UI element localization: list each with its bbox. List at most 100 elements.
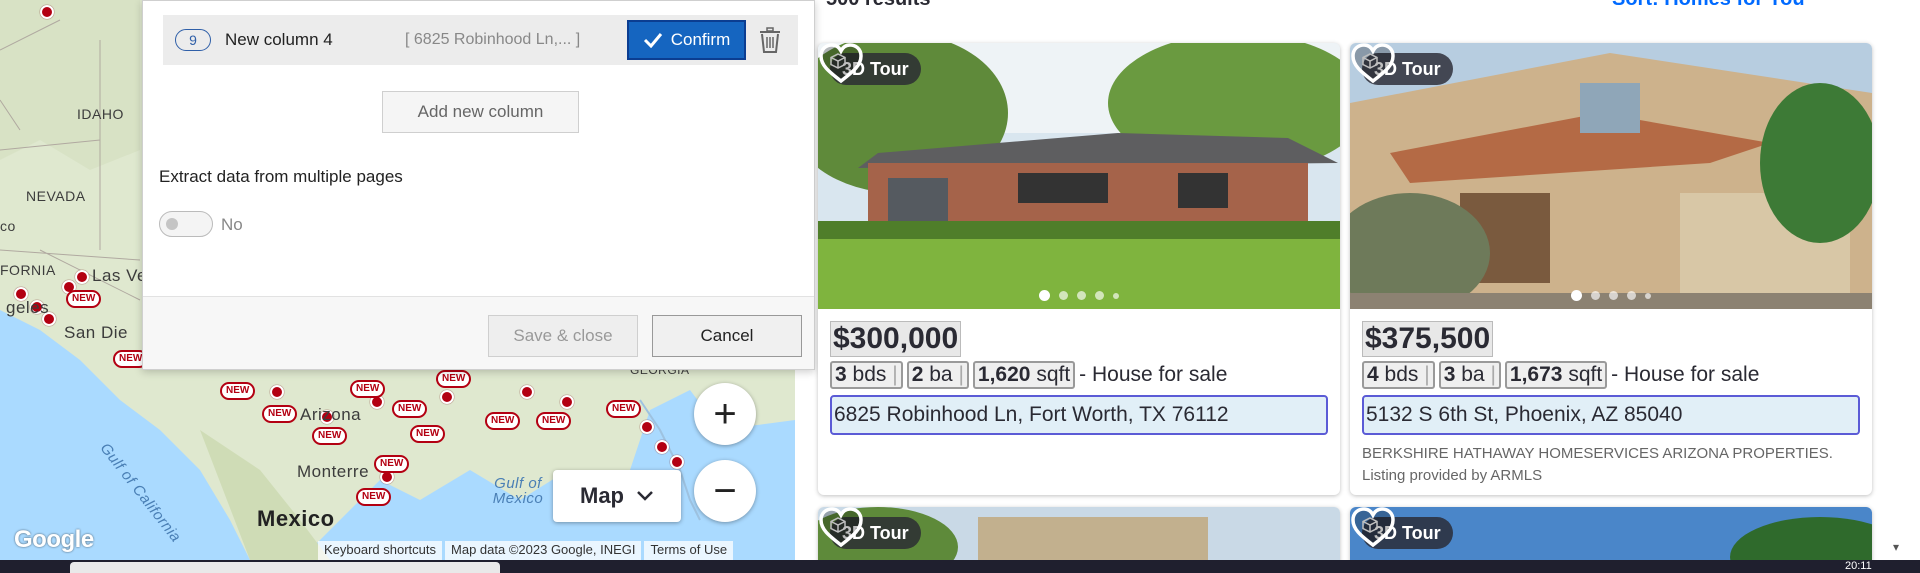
zoom-out-button[interactable]: − xyxy=(694,460,756,522)
new-listing-pin[interactable]: NEW xyxy=(374,455,410,473)
new-listing-pin[interactable]: NEW xyxy=(606,400,642,418)
listing-card[interactable]: 3D Tour $300,000 3 bds | 2 ba | 1,620 sq… xyxy=(818,43,1340,495)
listing-price: $375,500 xyxy=(1362,321,1494,357)
map-label-mexico: Mexico xyxy=(257,506,335,531)
column-name[interactable]: New column 4 xyxy=(225,30,405,50)
beds-value: 4 xyxy=(1367,363,1379,386)
add-new-column-button[interactable]: Add new column xyxy=(382,91,579,133)
listing-photo[interactable]: 3D Tour xyxy=(818,43,1340,309)
checkmark-icon xyxy=(643,33,662,48)
sqft-fact: 1,673 sqft xyxy=(1504,361,1608,389)
new-listing-pin[interactable]: NEW xyxy=(66,290,102,308)
beds-fact: 3 bds | xyxy=(830,361,903,389)
carousel-dot[interactable] xyxy=(1095,291,1104,300)
listing-photo[interactable]: 3D Tour xyxy=(818,507,1340,567)
listing-facts: 3 bds | 2 ba | 1,620 sqft - House for sa… xyxy=(830,361,1340,389)
listing-photo[interactable]: 3D Tour xyxy=(1350,507,1872,567)
listing-address[interactable]: 6825 Robinhood Ln, Fort Worth, TX 76112 xyxy=(830,395,1328,435)
column-number-badge: 9 xyxy=(175,29,211,51)
new-listing-pin[interactable]: NEW xyxy=(392,400,428,418)
map-label-co: co xyxy=(0,218,16,234)
taskbar-search[interactable] xyxy=(70,562,500,573)
listing-card[interactable]: 3D Tour xyxy=(1350,507,1872,567)
listing-price: $300,000 xyxy=(830,321,962,357)
listing-photo[interactable]: 3D Tour xyxy=(1350,43,1872,309)
baths-value: 2 xyxy=(911,363,924,386)
heart-icon[interactable] xyxy=(1350,507,1396,549)
carousel-dot[interactable] xyxy=(1113,292,1119,299)
listing-pin[interactable] xyxy=(560,395,574,409)
sqft-value: 1,620 xyxy=(977,363,1031,386)
new-listing-pin[interactable]: NEW xyxy=(312,427,348,445)
heart-icon[interactable] xyxy=(1350,43,1396,85)
beds-unit: bds xyxy=(852,363,887,386)
photo-carousel-dots[interactable] xyxy=(818,290,1340,301)
terms-of-use-link[interactable]: Terms of Use xyxy=(644,541,734,560)
listing-card[interactable]: 3D Tour xyxy=(818,507,1340,567)
heart-icon[interactable] xyxy=(818,43,864,85)
new-listing-pin[interactable]: NEW xyxy=(410,425,446,443)
new-listing-pin[interactable]: NEW xyxy=(350,380,386,398)
carousel-dot[interactable] xyxy=(1627,291,1636,300)
chevron-down-icon xyxy=(637,491,653,501)
carousel-dot[interactable] xyxy=(1609,291,1618,300)
zoom-in-button[interactable]: + xyxy=(694,383,756,445)
carousel-dot[interactable] xyxy=(1645,292,1651,299)
new-listing-pin[interactable]: NEW xyxy=(356,488,392,506)
carousel-dot[interactable] xyxy=(1077,291,1086,300)
new-listing-pin[interactable]: NEW xyxy=(436,370,472,388)
listing-pin[interactable] xyxy=(75,270,89,284)
map-label-california: FORNIA xyxy=(0,262,56,278)
confirm-button[interactable]: Confirm xyxy=(627,20,746,60)
baths-unit: ba xyxy=(1461,363,1485,386)
listing-facts: 4 bds | 3 ba | 1,673 sqft - House for sa… xyxy=(1362,361,1872,389)
beds-unit: bds xyxy=(1384,363,1419,386)
baths-fact: 2 ba | xyxy=(906,361,969,389)
new-listing-pin[interactable]: NEW xyxy=(536,412,572,430)
listing-pin[interactable] xyxy=(440,390,454,404)
beds-fact: 4 bds | xyxy=(1362,361,1435,389)
listing-type: - House for sale xyxy=(1079,363,1228,386)
scroll-down-arrow[interactable]: ▾ xyxy=(1893,540,1899,554)
map-label-arizona: Arizona xyxy=(300,405,362,424)
extract-data-panel: 9 New column 4 [ 6825 Robinhood Ln,... ]… xyxy=(142,0,815,370)
carousel-dot[interactable] xyxy=(1059,291,1068,300)
sqft-unit: sqft xyxy=(1568,363,1603,386)
confirm-label: Confirm xyxy=(670,30,731,49)
listing-card[interactable]: 3D Tour $375,500 4 bds | 3 ba | 1,673 sq… xyxy=(1350,43,1872,495)
new-listing-pin[interactable]: NEW xyxy=(262,405,298,423)
new-listing-pin[interactable]: NEW xyxy=(220,382,256,400)
listing-type: - House for sale xyxy=(1611,363,1760,386)
save-close-button[interactable]: Save & close xyxy=(488,315,638,357)
carousel-dot[interactable] xyxy=(1571,290,1582,301)
multi-pages-toggle[interactable] xyxy=(159,211,213,237)
keyboard-shortcuts-link[interactable]: Keyboard shortcuts xyxy=(318,541,443,560)
sqft-fact: 1,620 sqft xyxy=(972,361,1076,389)
map-label-monterrey: Monterre xyxy=(297,462,370,481)
new-listing-pin[interactable]: NEW xyxy=(485,412,521,430)
photo-carousel-dots[interactable] xyxy=(1350,290,1872,301)
listing-pin[interactable] xyxy=(40,5,54,19)
sqft-unit: sqft xyxy=(1036,363,1071,386)
listing-address[interactable]: 5132 S 6th St, Phoenix, AZ 85040 xyxy=(1362,395,1860,435)
results-count: 500 results xyxy=(826,0,931,11)
taskbar-clock: 20:11 xyxy=(1845,560,1872,572)
trash-icon[interactable] xyxy=(759,27,781,53)
listing-pin[interactable] xyxy=(520,385,534,399)
map-label-idaho: IDAHO xyxy=(77,106,124,122)
carousel-dot[interactable] xyxy=(1039,290,1050,301)
cancel-button[interactable]: Cancel xyxy=(652,315,802,357)
sqft-value: 1,673 xyxy=(1509,363,1563,386)
listing-pin[interactable] xyxy=(640,420,654,434)
listing-pin[interactable] xyxy=(670,455,684,469)
map-footer: Keyboard shortcuts Map data ©2023 Google… xyxy=(318,541,736,560)
listing-pin[interactable] xyxy=(270,385,284,399)
map-label-nevada: NEVADA xyxy=(26,188,86,204)
listing-pin[interactable] xyxy=(655,440,669,454)
multi-pages-value: No xyxy=(221,215,243,234)
sort-dropdown[interactable]: Sort: Homes for You xyxy=(1612,0,1805,11)
carousel-dot[interactable] xyxy=(1591,291,1600,300)
map-type-dropdown[interactable]: Map xyxy=(553,470,681,522)
listing-attribution: BERKSHIRE HATHAWAY HOMESERVICES ARIZONA … xyxy=(1362,445,1833,484)
heart-icon[interactable] xyxy=(818,507,864,549)
